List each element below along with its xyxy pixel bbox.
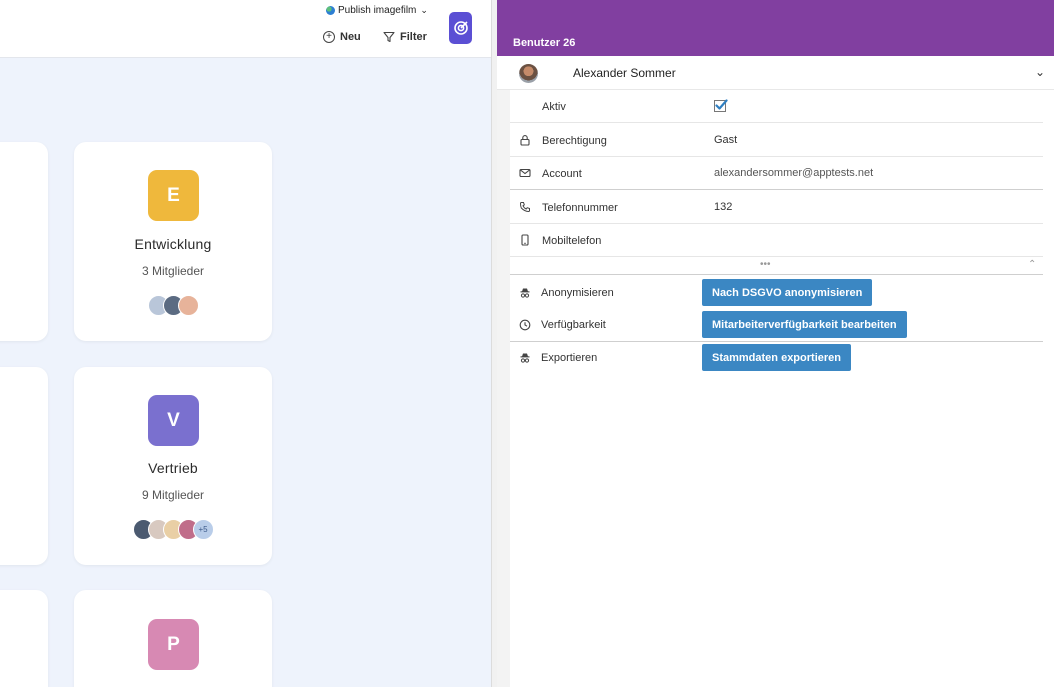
group-letter-badge: E [148, 170, 199, 221]
panel-title: Benutzer 26 [513, 37, 576, 49]
group-letter-badge: P [148, 619, 199, 670]
user-form: Aktiv Berechtigung Gast Account alexande… [510, 90, 1043, 687]
plus-circle-icon: + [323, 31, 335, 43]
filter-icon [383, 31, 395, 43]
field-value[interactable]: alexandersommer@apptests.net [714, 167, 873, 179]
target-icon [453, 21, 468, 35]
group-letter-badge: V [148, 395, 199, 446]
chevron-down-icon: ⌄ [1035, 65, 1046, 79]
section-collapse-bar[interactable]: ••• ⌃ [510, 257, 1043, 275]
spy-icon [520, 353, 530, 363]
avatar [177, 295, 199, 316]
member-avatars [74, 295, 272, 316]
mobile-icon [521, 234, 529, 246]
field-value[interactable]: 132 [714, 201, 732, 213]
chevron-up-icon[interactable]: ⌃ [1028, 259, 1036, 270]
edit-availability-button[interactable]: Mitarbeiterverfügbarkeit bearbeiten [702, 311, 907, 338]
group-card-vertrieb[interactable]: V Vertrieb 9 Mitglieder +5 [74, 367, 272, 565]
field-label: Berechtigung [542, 135, 607, 147]
lock-icon [520, 135, 530, 146]
user-selector[interactable]: Alexander Sommer ⌄ [497, 56, 1054, 90]
action-row-anonymisieren: Anonymisieren Nach DSGVO anonymisieren [510, 279, 1043, 309]
spy-icon [520, 288, 530, 298]
side-strip [497, 90, 510, 687]
group-member-count: 3 Mitglieder [141, 264, 205, 278]
section-divider [510, 341, 1043, 342]
drag-handle-icon: ••• [760, 259, 771, 270]
chevron-down-icon: ⌄ [420, 5, 428, 15]
group-card-partial[interactable] [0, 590, 48, 687]
publish-label: Publish imagefilm [338, 5, 417, 16]
phone-icon [519, 202, 530, 213]
top-toolbar: Publish imagefilm ⌄ + Neu Filter [0, 0, 491, 58]
field-label: Telefonnummer [542, 202, 618, 214]
field-row-account: Account alexandersommer@apptests.net [510, 157, 1043, 190]
panel-header: Benutzer 26 [497, 0, 1054, 56]
user-detail-panel: Benutzer 26 Alexander Sommer ⌄ Aktiv Ber… [497, 0, 1054, 687]
field-label: Mobiltelefon [542, 235, 602, 247]
user-name: Alexander Sommer [573, 66, 676, 80]
group-card-p[interactable]: P [74, 590, 272, 687]
action-label: Anonymisieren [541, 287, 614, 299]
field-label: Aktiv [542, 101, 566, 113]
group-name: Vertrieb [148, 460, 198, 476]
more-members-badge: +5 [192, 519, 214, 540]
field-row-mobil: Mobiltelefon [510, 224, 1043, 257]
field-row-berechtigung: Berechtigung Gast [510, 124, 1043, 157]
group-card-partial[interactable] [0, 142, 48, 341]
field-row-aktiv: Aktiv [510, 90, 1043, 123]
field-label: Account [542, 168, 582, 180]
export-master-data-button[interactable]: Stammdaten exportieren [702, 344, 851, 371]
field-value[interactable]: Gast [714, 134, 737, 146]
mail-icon [519, 168, 531, 178]
action-label: Verfügbarkeit [541, 319, 606, 331]
action-row-verfuegbarkeit: Verfügbarkeit Mitarbeiterverfügbarkeit b… [510, 311, 1043, 341]
group-card-entwicklung[interactable]: E Entwicklung 3 Mitglieder [74, 142, 272, 341]
app-logo-button[interactable] [449, 12, 472, 44]
filter-button[interactable]: Filter [383, 31, 427, 43]
groups-area: Publish imagefilm ⌄ + Neu Filter E Entwi… [0, 0, 491, 687]
group-name: Entwicklung [134, 236, 212, 252]
avatar [519, 64, 538, 83]
globe-icon [326, 6, 335, 15]
checkmark-icon [715, 99, 728, 110]
group-member-count: 9 Mitglieder [141, 488, 205, 502]
aktiv-checkbox[interactable] [714, 99, 728, 112]
field-row-telefon: Telefonnummer 132 [510, 191, 1043, 224]
anonymize-button[interactable]: Nach DSGVO anonymisieren [702, 279, 873, 306]
action-row-exportieren: Exportieren Stammdaten exportieren [510, 344, 1043, 374]
new-label: Neu [340, 31, 361, 43]
publish-selector[interactable]: Publish imagefilm ⌄ [326, 5, 428, 16]
member-avatars: +5 [74, 519, 272, 540]
group-card-partial[interactable] [0, 367, 48, 565]
new-button[interactable]: + Neu [323, 31, 361, 43]
action-label: Exportieren [541, 352, 598, 364]
filter-label: Filter [400, 31, 427, 43]
clock-icon [519, 319, 531, 331]
